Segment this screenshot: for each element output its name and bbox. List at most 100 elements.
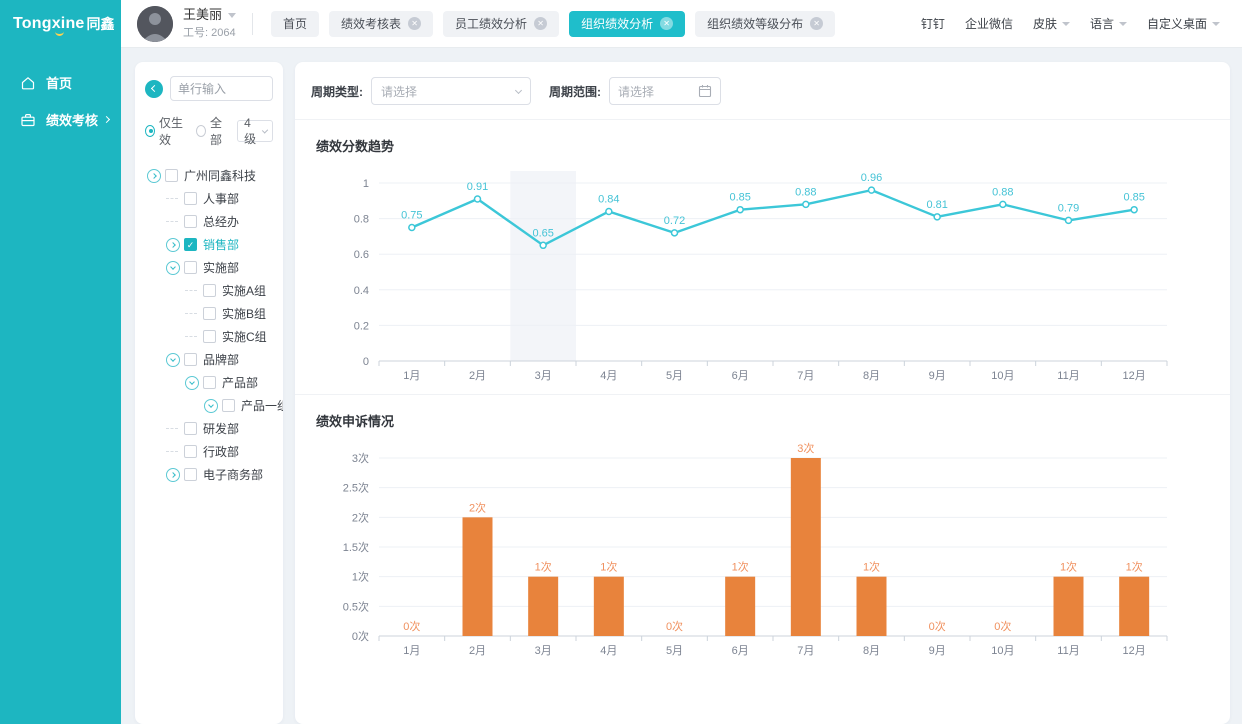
tree-node-行政部[interactable]: 行政部 <box>145 440 273 463</box>
tree-node-广州同鑫科技[interactable]: 广州同鑫科技 <box>145 164 273 187</box>
tab-组织绩效分析[interactable]: 组织绩效分析 ✕ <box>569 11 685 37</box>
svg-text:0.2: 0.2 <box>354 320 369 332</box>
checkbox[interactable] <box>222 399 235 412</box>
svg-text:1.5次: 1.5次 <box>343 540 369 554</box>
tab-label: 组织绩效等级分布 <box>707 15 803 32</box>
tree-node-总经办[interactable]: 总经办 <box>145 210 273 233</box>
tree-connector-line <box>166 428 178 429</box>
radio-dot <box>145 125 155 137</box>
tree-node-label: 品牌部 <box>203 351 239 368</box>
period-range-value: 请选择 <box>618 83 654 100</box>
tree-node-人事部[interactable]: 人事部 <box>145 187 273 210</box>
svg-text:12月: 12月 <box>1123 370 1146 382</box>
close-icon[interactable]: ✕ <box>408 17 421 30</box>
checkbox[interactable] <box>184 261 197 274</box>
collapse-node-icon[interactable] <box>166 261 180 275</box>
tree-node-label: 实施A组 <box>222 282 266 299</box>
tree-node-实施B组[interactable]: 实施B组 <box>145 302 273 325</box>
tree-node-研发部[interactable]: 研发部 <box>145 417 273 440</box>
tree-node-label: 电子商务部 <box>203 466 263 483</box>
expand-node-icon[interactable] <box>166 468 180 482</box>
checkbox[interactable]: ✓ <box>184 238 197 251</box>
checkbox[interactable] <box>203 376 216 389</box>
collapse-node-icon[interactable] <box>204 399 218 413</box>
period-range-label: 周期范围: <box>549 83 601 100</box>
chevron-down-icon <box>1212 22 1220 26</box>
svg-text:0次: 0次 <box>352 629 369 643</box>
quick-link-企业微信[interactable]: 企业微信 <box>965 15 1013 32</box>
period-range-input[interactable]: 请选择 <box>609 77 721 105</box>
quick-link-自定义桌面[interactable]: 自定义桌面 <box>1147 15 1220 32</box>
tree-node-品牌部[interactable]: 品牌部 <box>145 348 273 371</box>
logo-text-en: Tongxine <box>13 15 85 33</box>
line-chart[interactable]: 00.20.40.60.811月2月3月4月5月6月7月8月9月10月11月12… <box>295 159 1200 391</box>
svg-text:5月: 5月 <box>666 645 683 657</box>
expand-node-icon[interactable] <box>166 238 180 252</box>
close-icon[interactable]: ✕ <box>534 17 547 30</box>
svg-text:5月: 5月 <box>666 370 683 382</box>
sidebar-item-home[interactable]: 首页 <box>0 64 121 101</box>
svg-text:11月: 11月 <box>1057 370 1079 382</box>
svg-text:3月: 3月 <box>535 645 552 657</box>
collapse-node-icon[interactable] <box>166 353 180 367</box>
checkbox[interactable] <box>184 192 197 205</box>
radio-全部[interactable]: 全部 <box>196 114 229 148</box>
svg-text:3次: 3次 <box>352 451 369 465</box>
radio-label: 全部 <box>210 114 229 148</box>
checkbox[interactable] <box>203 330 216 343</box>
period-filter-row: 周期类型: 请选择 周期范围: 请选择 <box>295 62 1230 119</box>
quick-link-钉钉[interactable]: 钉钉 <box>921 15 945 32</box>
tree-node-实施A组[interactable]: 实施A组 <box>145 279 273 302</box>
quick-link-语言[interactable]: 语言 <box>1090 15 1127 32</box>
tree-node-销售部[interactable]: ✓销售部 <box>145 233 273 256</box>
tab-绩效考核表[interactable]: 绩效考核表✕ <box>329 11 433 37</box>
radio-label: 仅生效 <box>159 114 188 148</box>
period-type-select[interactable]: 请选择 <box>371 77 531 105</box>
collapse-node-icon[interactable] <box>185 376 199 390</box>
checkbox[interactable] <box>184 422 197 435</box>
user-menu[interactable]: 王美丽 工号: 2064 <box>183 6 236 40</box>
bar-chart[interactable]: 0次0.5次1次1.5次2次2.5次3次1月2月3月4月5月6月7月8月9月10… <box>295 434 1200 666</box>
sidebar-item-briefcase[interactable]: 绩效考核 <box>0 101 121 138</box>
level-select[interactable]: 4级 <box>237 120 273 142</box>
collapse-panel-button[interactable] <box>145 80 163 98</box>
expand-node-icon[interactable] <box>147 169 161 183</box>
search-input[interactable] <box>170 76 273 101</box>
tab-label: 组织绩效分析 <box>581 15 653 32</box>
checkbox[interactable] <box>165 169 178 182</box>
checkbox[interactable] <box>184 445 197 458</box>
tree-node-实施C组[interactable]: 实施C组 <box>145 325 273 348</box>
tree-connector-line <box>166 221 178 222</box>
tab-label: 员工绩效分析 <box>455 15 527 32</box>
avatar[interactable] <box>137 6 173 42</box>
checkbox[interactable] <box>203 307 216 320</box>
tree-node-实施部[interactable]: 实施部 <box>145 256 273 279</box>
tab-组织绩效等级分布[interactable]: 组织绩效等级分布 ✕ <box>695 11 835 37</box>
chevron-left-icon <box>151 84 158 91</box>
checkbox[interactable] <box>184 353 197 366</box>
quick-link-皮肤[interactable]: 皮肤 <box>1033 15 1070 32</box>
tree-node-电子商务部[interactable]: 电子商务部 <box>145 463 273 486</box>
svg-text:4月: 4月 <box>600 370 617 382</box>
appeal-section: 绩效申诉情况 0次0.5次1次1.5次2次2.5次3次1月2月3月4月5月6月7… <box>295 395 1230 669</box>
tree-node-产品一组[interactable]: 产品一组 <box>145 394 273 417</box>
svg-text:0.75: 0.75 <box>401 210 422 222</box>
period-type-value: 请选择 <box>381 83 417 100</box>
checkbox[interactable] <box>203 284 216 297</box>
tab-员工绩效分析[interactable]: 员工绩效分析 ✕ <box>443 11 559 37</box>
svg-text:0.4: 0.4 <box>354 285 369 297</box>
svg-text:1次: 1次 <box>600 560 617 574</box>
checkbox[interactable] <box>184 468 197 481</box>
svg-text:0.5次: 0.5次 <box>343 599 369 613</box>
tab-bar: 首页绩效考核表✕ 员工绩效分析 ✕ 组织绩效分析 ✕ 组织绩效等级分布 ✕ <box>271 11 835 37</box>
radio-仅生效[interactable]: 仅生效 <box>145 114 188 148</box>
svg-text:0.79: 0.79 <box>1058 202 1079 214</box>
svg-text:0.72: 0.72 <box>664 215 685 227</box>
close-icon[interactable]: ✕ <box>660 17 673 30</box>
close-icon[interactable]: ✕ <box>810 17 823 30</box>
sidebar-nav: 首页绩效考核 <box>0 48 121 138</box>
tree-node-产品部[interactable]: 产品部 <box>145 371 273 394</box>
tab-首页[interactable]: 首页 <box>271 11 319 37</box>
tree-connector-line <box>166 451 178 452</box>
checkbox[interactable] <box>184 215 197 228</box>
